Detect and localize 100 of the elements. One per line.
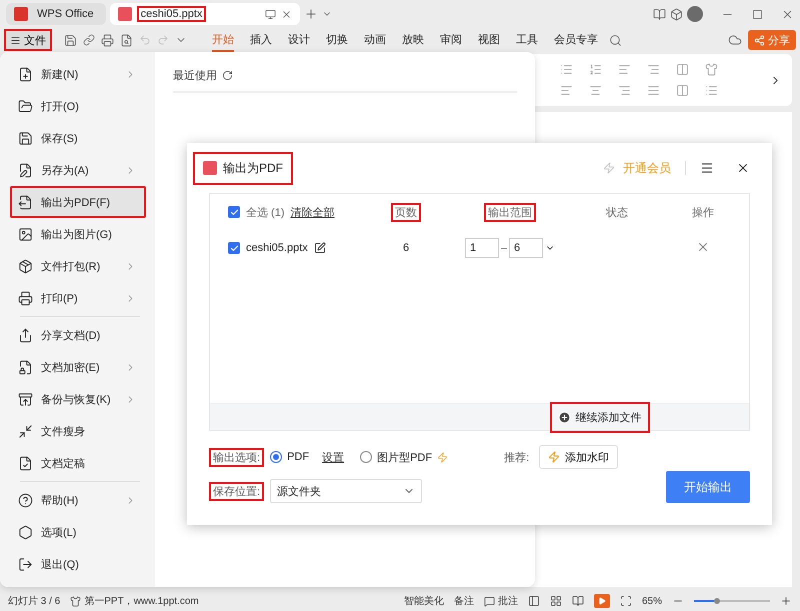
ribbon-tab[interactable]: 审阅 bbox=[440, 28, 462, 52]
menu-item[interactable]: 打印(P) bbox=[10, 282, 146, 314]
normal-view-icon[interactable] bbox=[528, 595, 540, 607]
maximize-icon[interactable] bbox=[752, 8, 763, 20]
help-icon bbox=[18, 492, 33, 508]
menu-item[interactable]: 输出为PDF(F) bbox=[10, 186, 146, 218]
comments-button[interactable]: 批注 bbox=[498, 594, 518, 608]
save-location-dropdown[interactable]: 源文件夹 bbox=[270, 479, 422, 503]
align-center-icon[interactable] bbox=[589, 84, 602, 97]
recommend-label: 推荐: bbox=[503, 450, 530, 466]
file-plus-icon bbox=[18, 66, 33, 82]
monitor-icon[interactable] bbox=[264, 8, 276, 20]
radio-label: 图片型PDF bbox=[377, 450, 432, 464]
settings-link[interactable]: 设置 bbox=[322, 450, 344, 464]
distribute-icon[interactable] bbox=[676, 84, 689, 97]
ribbon-tab[interactable]: 视图 bbox=[478, 28, 500, 52]
indent-icon[interactable] bbox=[647, 63, 660, 76]
print-preview-icon[interactable] bbox=[120, 34, 133, 46]
menu-item[interactable]: 帮助(H) bbox=[10, 484, 146, 516]
checkbox[interactable] bbox=[228, 206, 240, 218]
notes-button[interactable]: 备注 bbox=[454, 594, 474, 608]
menu-item[interactable]: 备份与恢复(K) bbox=[10, 383, 146, 415]
ribbon-tab[interactable]: 设计 bbox=[288, 28, 310, 52]
menu-item[interactable]: 打开(O) bbox=[10, 90, 146, 122]
justify-icon[interactable] bbox=[647, 84, 660, 97]
logout-icon bbox=[18, 556, 33, 572]
radio-button[interactable] bbox=[270, 451, 282, 463]
refresh-icon[interactable] bbox=[222, 70, 233, 81]
share-icon bbox=[18, 328, 33, 342]
comment-icon[interactable] bbox=[484, 596, 495, 606]
new-tab-icon[interactable] bbox=[304, 7, 318, 21]
pdf-icon bbox=[203, 161, 217, 175]
outdent-icon[interactable] bbox=[618, 63, 631, 76]
select-all-label: 全选 (1) bbox=[246, 206, 284, 220]
fit-icon[interactable] bbox=[620, 595, 632, 607]
printer-icon[interactable] bbox=[101, 34, 114, 46]
page-count: 6 bbox=[402, 241, 410, 256]
radio-label: PDF bbox=[287, 451, 310, 463]
grid-view-icon[interactable] bbox=[550, 595, 562, 607]
text-columns-icon[interactable] bbox=[676, 63, 689, 76]
align-right-icon[interactable] bbox=[618, 84, 631, 97]
menu-item[interactable]: 选项(L) bbox=[10, 516, 146, 548]
ribbon-tab[interactable]: 工具 bbox=[516, 28, 538, 52]
cloud-icon[interactable] bbox=[728, 33, 742, 47]
zoom-level: 65% bbox=[642, 596, 662, 606]
watermark-button[interactable]: 添加水印 bbox=[539, 445, 618, 469]
menu-item[interactable]: 文件打包(R) bbox=[10, 250, 146, 282]
ribbon-tab[interactable]: 插入 bbox=[250, 28, 272, 52]
column-header: 状态 bbox=[605, 206, 629, 220]
archive-icon bbox=[18, 392, 33, 406]
book-icon[interactable] bbox=[653, 8, 666, 20]
menu-item[interactable]: 另存为(A) bbox=[10, 154, 146, 186]
play-icon bbox=[598, 597, 606, 605]
close-icon[interactable] bbox=[736, 161, 750, 175]
cube-icon[interactable] bbox=[670, 8, 683, 20]
menu-item[interactable]: 文档加密(E) bbox=[10, 351, 146, 383]
theme-icon bbox=[70, 596, 82, 606]
slide-counter: 幻灯片 3 / 6 bbox=[8, 594, 60, 608]
reading-view-icon[interactable] bbox=[572, 595, 584, 607]
numbered-list-icon[interactable] bbox=[589, 63, 602, 76]
close-icon[interactable] bbox=[280, 8, 292, 20]
file-export-icon bbox=[18, 194, 33, 210]
play-button[interactable] bbox=[594, 594, 610, 608]
folder-icon bbox=[18, 98, 33, 114]
range-start-field[interactable]: 1 bbox=[465, 238, 499, 258]
theme-name: 第一PPT，www.1ppt.com bbox=[84, 595, 199, 608]
field-label: 输出选项: bbox=[209, 448, 264, 466]
menu-item[interactable]: 分享文档(D) bbox=[10, 319, 146, 351]
ribbon-tab[interactable]: 放映 bbox=[402, 28, 424, 52]
range-end-field[interactable]: 6 bbox=[509, 238, 543, 258]
menu-item[interactable]: 退出(Q) bbox=[10, 548, 146, 580]
menu-item[interactable]: 文档定稿 bbox=[10, 447, 146, 479]
ribbon-tab[interactable]: 切换 bbox=[326, 28, 348, 52]
menu-item[interactable]: 文件瘦身 bbox=[10, 415, 146, 447]
clear-all-link[interactable]: 清除全部 bbox=[290, 204, 334, 220]
radio-button[interactable] bbox=[360, 451, 372, 463]
checkbox[interactable] bbox=[228, 242, 240, 254]
menu-item[interactable]: 保存(S) bbox=[10, 122, 146, 154]
start-export-button[interactable]: 开始输出 bbox=[666, 471, 750, 503]
document-tab[interactable]: WPS Office bbox=[6, 3, 106, 25]
ribbon-tab[interactable]: 动画 bbox=[364, 28, 386, 52]
menu-icon[interactable] bbox=[700, 161, 714, 175]
document-tab[interactable]: ceshi05.pptx bbox=[110, 3, 300, 25]
avatar[interactable] bbox=[687, 6, 703, 22]
printer-icon bbox=[18, 290, 33, 306]
search-icon[interactable] bbox=[609, 34, 622, 46]
ribbon-tab[interactable]: 会员专享 bbox=[554, 28, 598, 52]
file-lock-icon bbox=[18, 360, 33, 374]
column-header: 输出范围 bbox=[484, 202, 536, 222]
link-icon[interactable] bbox=[83, 34, 95, 46]
beautify-button[interactable]: 智能美化 bbox=[404, 594, 444, 608]
menu-item[interactable]: 输出为图片(G) bbox=[10, 218, 146, 250]
hexagon-icon bbox=[18, 524, 33, 540]
align-left-icon[interactable] bbox=[560, 84, 573, 97]
file-menu-button[interactable]: 文件 bbox=[4, 29, 52, 51]
menu-item[interactable]: 新建(N) bbox=[10, 58, 146, 90]
zoom-in-icon[interactable] bbox=[780, 595, 792, 607]
edit-icon[interactable] bbox=[314, 242, 326, 254]
add-file-button[interactable]: 继续添加文件 bbox=[550, 402, 650, 432]
menu-icon bbox=[10, 34, 21, 46]
